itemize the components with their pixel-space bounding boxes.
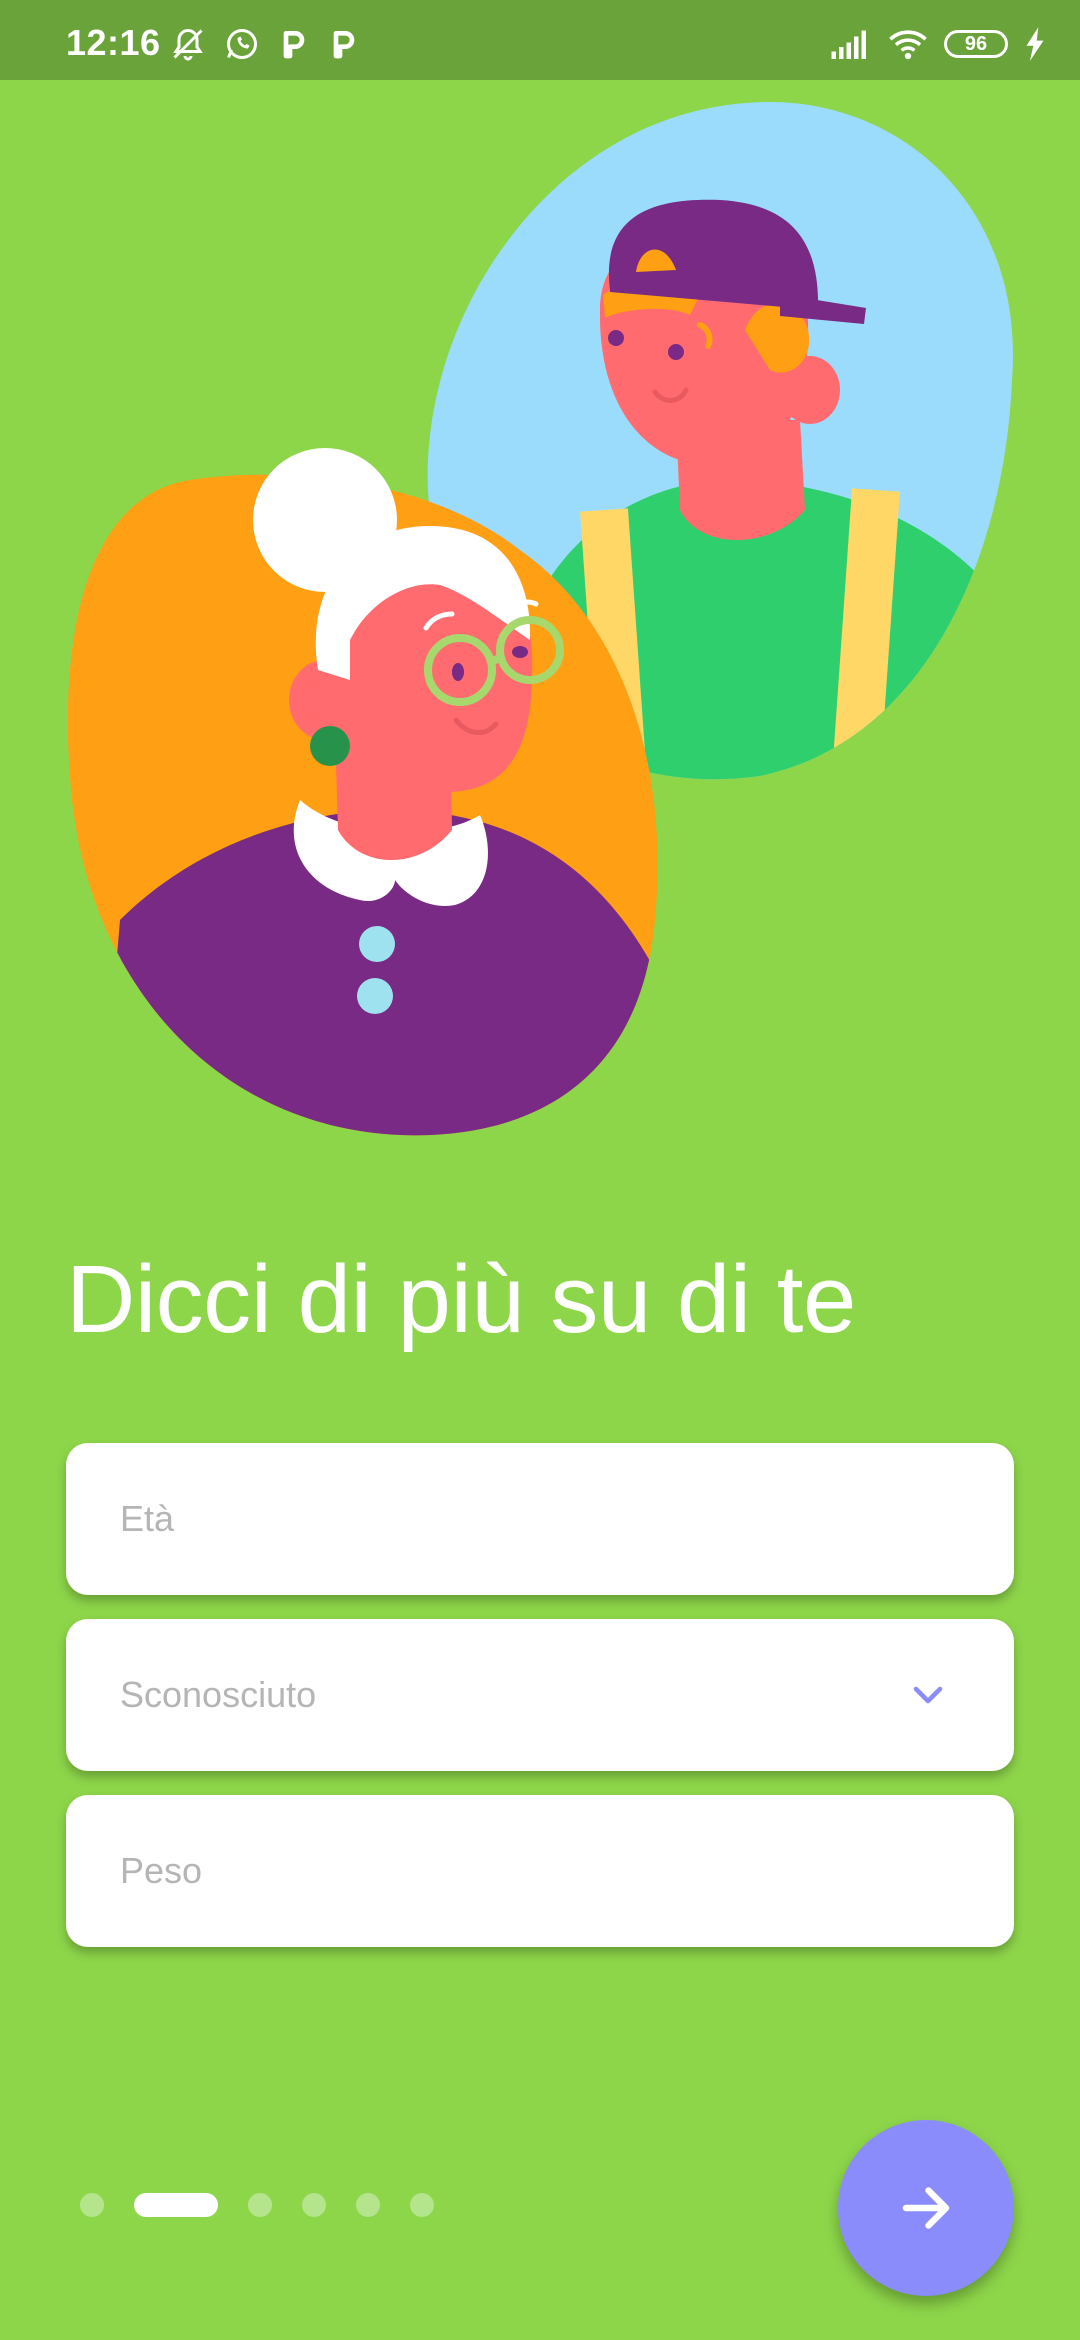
status-system-icons: 96	[830, 24, 1046, 64]
page-dot	[302, 2193, 326, 2217]
page-dot	[80, 2193, 104, 2217]
battery-icon: 96	[944, 30, 1008, 58]
p-app-icon	[333, 31, 355, 59]
age-input[interactable]	[120, 1443, 940, 1595]
weight-input[interactable]	[120, 1795, 940, 1947]
signal-icon	[831, 30, 866, 59]
status-bar: 12:16 96	[0, 0, 1080, 80]
page-dot-active	[134, 2193, 218, 2217]
age-field[interactable]	[66, 1443, 1014, 1595]
avatars-illustration	[67, 102, 1013, 1136]
battery-level: 96	[964, 32, 988, 55]
page-indicator	[80, 2192, 434, 2218]
charging-icon	[1026, 27, 1044, 61]
wifi-icon	[889, 30, 927, 60]
arrow-right-icon	[902, 2187, 950, 2229]
status-notification-icons	[170, 24, 360, 64]
page-dot	[248, 2193, 272, 2217]
weight-field[interactable]	[66, 1795, 1014, 1947]
gender-select[interactable]: Sconosciuto	[66, 1619, 1014, 1771]
page-dot	[356, 2193, 380, 2217]
next-button[interactable]	[838, 2120, 1014, 2296]
chevron-down-icon[interactable]	[908, 1677, 948, 1713]
page-title: Dicci di più su di te	[66, 1246, 856, 1353]
bell-off-icon	[173, 28, 203, 61]
page-dot	[410, 2193, 434, 2217]
p-app-icon	[283, 31, 305, 59]
gender-select-value: Sconosciuto	[120, 1674, 317, 1715]
status-time: 12:16	[66, 22, 161, 63]
onboarding-screen: 12:16 96 Dicci di più su di te Età Scono…	[0, 0, 1080, 2340]
whatsapp-icon	[227, 29, 257, 59]
